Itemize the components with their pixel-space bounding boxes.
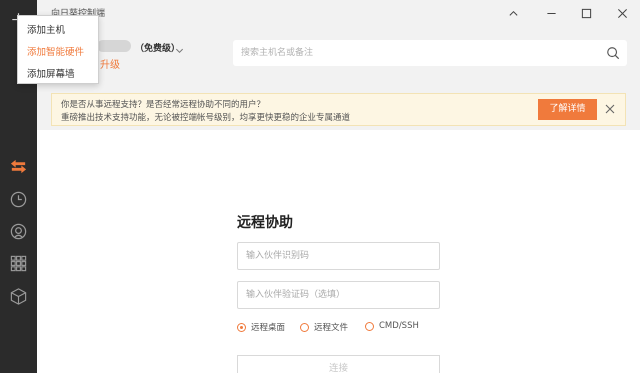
partner-code-input[interactable] xyxy=(246,287,431,303)
menu-item-add-hardware[interactable]: 添加智能硬件 xyxy=(27,44,84,58)
account-header: （免费级） 升级 xyxy=(37,26,640,84)
minimize-icon[interactable] xyxy=(542,4,560,22)
add-menu: 添加主机 添加智能硬件 添加屏幕墙 xyxy=(17,15,99,84)
option-label: CMD/SSH xyxy=(379,321,419,331)
radio-icon xyxy=(365,321,374,331)
hardware-box-icon[interactable] xyxy=(9,287,28,306)
option-remote-file[interactable]: 远程文件 xyxy=(300,321,348,333)
partner-id-input[interactable] xyxy=(246,248,431,264)
maximize-icon[interactable] xyxy=(577,4,595,22)
connect-button[interactable]: 连接 xyxy=(237,355,440,373)
account-name-blurred xyxy=(97,40,131,52)
radio-icon xyxy=(300,322,309,332)
menu-item-add-host[interactable]: 添加主机 xyxy=(27,22,65,36)
apps-grid-icon[interactable] xyxy=(9,254,28,273)
notice-banner: 你是否从事远程支持？是否经常远程协助不同的用户？ 重磅推出技术支持功能，无论被控… xyxy=(51,93,626,126)
collapse-icon[interactable] xyxy=(504,4,522,22)
learn-more-button[interactable]: 了解详情 xyxy=(538,99,597,120)
option-cmd-ssh[interactable]: CMD/SSH xyxy=(365,321,419,331)
chevron-down-icon[interactable] xyxy=(175,40,184,59)
remote-control-icon[interactable] xyxy=(9,157,28,176)
partner-code-field xyxy=(237,281,440,309)
notice-line-2: 重磅推出技术支持功能，无论被控端帐号级别，均享更快更稳的企业专属通道 xyxy=(61,113,351,123)
close-notice-icon[interactable] xyxy=(604,103,616,115)
option-label: 远程桌面 xyxy=(251,323,286,333)
close-icon[interactable] xyxy=(613,4,631,22)
sunlogin-window: ＋ 向日葵控制端 （免费级 xyxy=(0,0,640,373)
title-bar: 向日葵控制端 xyxy=(37,0,640,26)
history-icon[interactable] xyxy=(9,190,28,209)
option-remote-desktop[interactable]: 远程桌面 xyxy=(237,321,285,333)
remote-assist-panel: 远程协助 远程桌面 远程文件 CMD/SSH 连接 xyxy=(37,130,640,373)
discover-icon[interactable] xyxy=(9,222,28,241)
page-title: 远程协助 xyxy=(237,215,293,231)
radio-selected-icon xyxy=(237,322,246,332)
search-icon[interactable] xyxy=(606,46,620,60)
partner-id-field xyxy=(237,242,440,270)
search-input[interactable] xyxy=(241,44,591,62)
upgrade-link[interactable]: 升级 xyxy=(100,56,120,71)
notice-line-1: 你是否从事远程支持？是否经常远程协助不同的用户？ xyxy=(61,100,266,110)
menu-item-add-screen-wall[interactable]: 添加屏幕墙 xyxy=(27,66,75,80)
plan-label[interactable]: （免费级） xyxy=(135,41,180,54)
option-label: 远程文件 xyxy=(314,323,349,333)
search-box xyxy=(233,40,627,66)
